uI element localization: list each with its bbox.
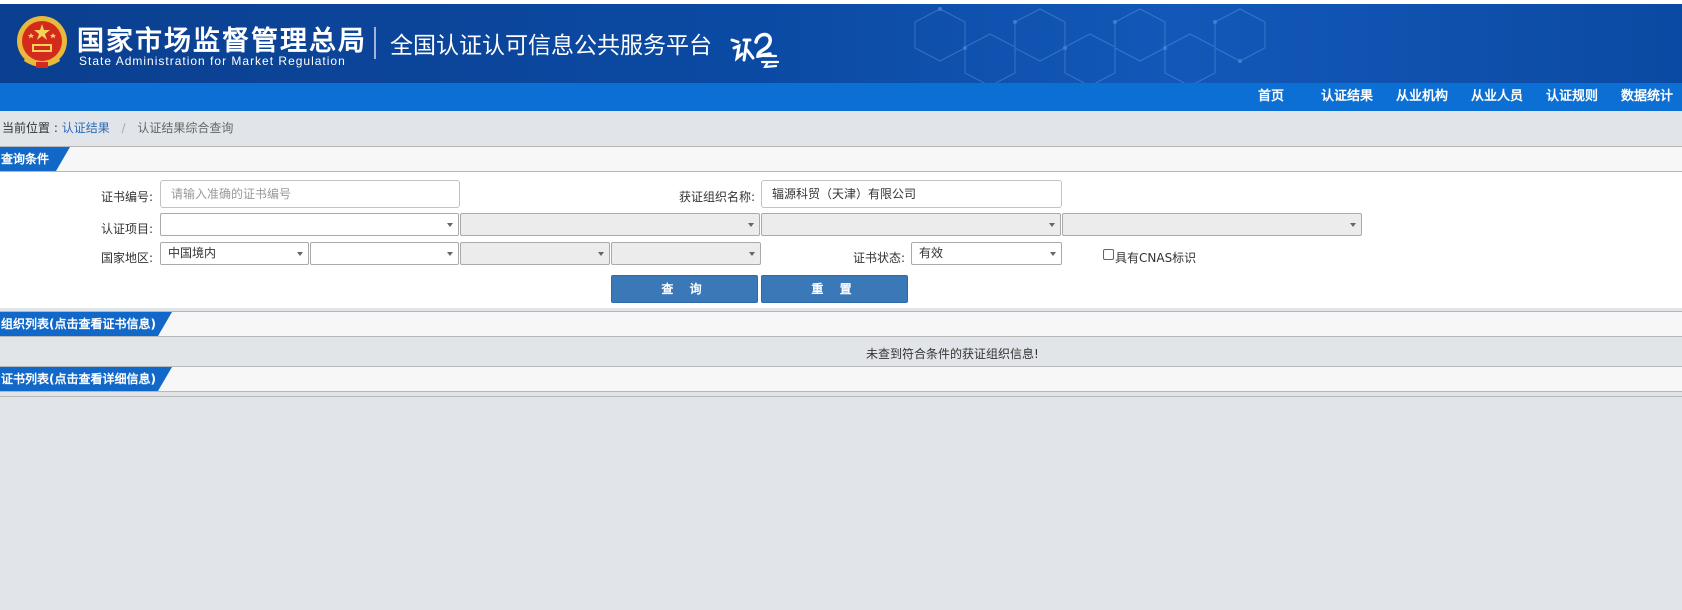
hexagon-pattern-decoration xyxy=(914,7,1266,83)
status-label: 证书状态: xyxy=(853,251,906,265)
cert-list-section-title: 证书列表(点击查看详细信息) xyxy=(1,372,156,386)
org-list-section-title: 组织列表(点击查看证书信息) xyxy=(1,317,156,331)
project-label: 认证项目: xyxy=(101,222,154,236)
nav-item-institutions[interactable]: 从业机构 xyxy=(1396,83,1448,111)
nav-item-home[interactable]: 首页 xyxy=(1258,83,1284,111)
chevron-down-icon xyxy=(749,252,755,256)
org-name-cn: 国家市场监督管理总局 xyxy=(77,26,367,57)
region-label: 国家地区: xyxy=(101,251,154,265)
region-select-1-value: 中国境内 xyxy=(168,246,217,260)
region-select-1[interactable]: 中国境内 xyxy=(160,242,309,265)
cert-no-label: 证书编号: xyxy=(101,190,154,204)
org-name-input[interactable]: 辐源科贸（天津）有限公司 xyxy=(761,180,1062,208)
region-select-4[interactable] xyxy=(611,242,761,265)
query-button[interactable]: 查 询 xyxy=(611,275,758,303)
header-divider xyxy=(374,27,376,59)
query-section-title: 查询条件 xyxy=(1,152,50,166)
nav-item-statistics[interactable]: 数据统计 xyxy=(1621,83,1673,111)
nav-item-cert-rules[interactable]: 认证规则 xyxy=(1546,83,1598,111)
breadcrumb-separator: / xyxy=(121,121,126,135)
project-select-3[interactable] xyxy=(761,213,1061,236)
breadcrumb-prefix: 当前位置 : xyxy=(2,121,58,135)
chevron-down-icon xyxy=(1049,223,1055,227)
org-name-en: State Administration for Market Regulati… xyxy=(79,54,346,68)
renzheng-yun-logo-icon xyxy=(730,32,780,68)
nav-item-personnel[interactable]: 从业人员 xyxy=(1471,83,1523,111)
breadcrumb-current: 认证结果综合查询 xyxy=(137,121,234,135)
platform-title: 全国认证认可信息公共服务平台 xyxy=(390,33,712,59)
cert-list-section-header: 证书列表(点击查看详细信息) xyxy=(0,366,1682,392)
reset-button[interactable]: 重 置 xyxy=(761,275,908,303)
status-select[interactable]: 有效 xyxy=(911,242,1062,265)
org-name-label: 获证组织名称: xyxy=(679,190,756,204)
chevron-down-icon xyxy=(598,252,604,256)
project-select-4[interactable] xyxy=(1062,213,1362,236)
cnas-label: 具有CNAS标识 xyxy=(1115,251,1197,265)
query-section-tab: 查询条件 xyxy=(0,147,70,171)
site-header: 国家市场监督管理总局 State Administration for Mark… xyxy=(0,4,1682,83)
cnas-checkbox[interactable] xyxy=(1103,249,1114,260)
chevron-down-icon xyxy=(447,252,453,256)
region-select-3[interactable] xyxy=(460,242,610,265)
main-nav: 首页 认证结果 从业机构 从业人员 认证规则 数据统计 xyxy=(0,83,1682,111)
project-select-2[interactable] xyxy=(460,213,760,236)
chevron-down-icon xyxy=(1350,223,1356,227)
query-section-header: 查询条件 xyxy=(0,146,1682,172)
org-list-section-tab: 组织列表(点击查看证书信息) xyxy=(0,312,172,336)
chevron-down-icon xyxy=(297,252,303,256)
chevron-down-icon xyxy=(447,223,453,227)
org-list-empty-message: 未查到符合条件的获证组织信息! xyxy=(866,347,1039,361)
cert-list-section-tab: 证书列表(点击查看详细信息) xyxy=(0,367,172,391)
breadcrumb: 当前位置 : 认证结果 / 认证结果综合查询 xyxy=(2,119,233,136)
org-list-empty-row xyxy=(0,340,1682,366)
cert-no-input[interactable] xyxy=(160,180,460,208)
breadcrumb-link-cert-results[interactable]: 认证结果 xyxy=(62,121,110,135)
bottom-divider xyxy=(0,396,1682,397)
region-select-2[interactable] xyxy=(310,242,459,265)
chevron-down-icon xyxy=(748,223,754,227)
project-select-1[interactable] xyxy=(160,213,459,236)
national-emblem-icon xyxy=(17,16,67,68)
chevron-down-icon xyxy=(1050,252,1056,256)
org-list-section-header: 组织列表(点击查看证书信息) xyxy=(0,311,1682,337)
status-select-value: 有效 xyxy=(919,246,944,260)
nav-item-cert-results[interactable]: 认证结果 xyxy=(1321,83,1373,111)
